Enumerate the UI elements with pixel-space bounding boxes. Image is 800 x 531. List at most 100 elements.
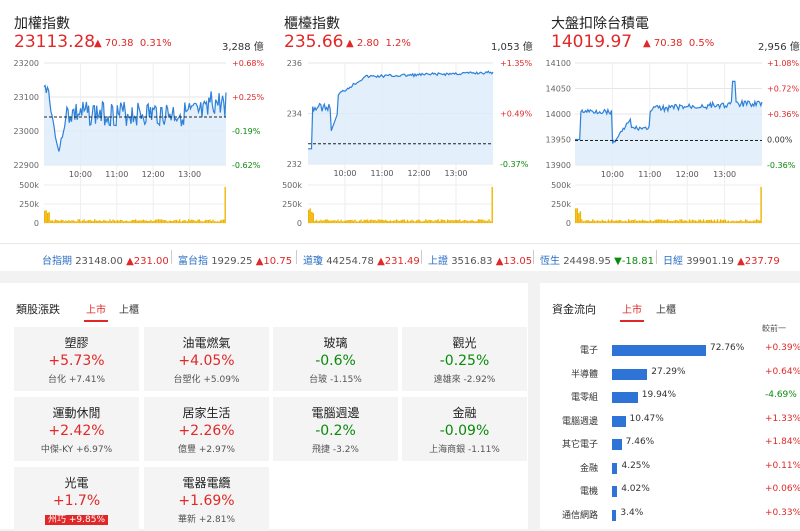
x-tick-label: 10:00 bbox=[333, 169, 356, 178]
volume-bar bbox=[457, 220, 459, 223]
tab-otc[interactable]: 上櫃 bbox=[119, 301, 139, 320]
ticker-item[interactable]: 日經 39901.19 ▲237.79 bbox=[656, 250, 780, 267]
index-card-otc[interactable]: 櫃檯指數 235.66 ▲ 2.80 1.2% 1,053 億 236 +1.35… bbox=[282, 10, 534, 235]
tab-listed[interactable]: 上市 bbox=[620, 301, 644, 322]
lead-stock[interactable]: 遠雄來 -2.92% bbox=[402, 372, 527, 385]
volume-bar bbox=[581, 219, 583, 223]
ticker-item[interactable]: 道瓊 44254.78 ▲231.49 bbox=[296, 250, 420, 267]
volume-bar bbox=[91, 220, 93, 223]
volume-bar bbox=[417, 219, 419, 223]
volume-bar bbox=[341, 221, 344, 223]
lead-stock[interactable]: 台化 +7.41% bbox=[14, 372, 139, 385]
lead-stock[interactable]: 上海商銀 -1.11% bbox=[402, 442, 527, 455]
tab-otc[interactable]: 上櫃 bbox=[656, 301, 676, 320]
volume-bar bbox=[674, 220, 677, 223]
pct-tick-label: +0.36% bbox=[767, 110, 800, 119]
volume-bar bbox=[200, 220, 202, 223]
volume-bar bbox=[188, 219, 190, 223]
volume-bar bbox=[185, 220, 187, 223]
sector-card[interactable]: 運動休閒 +2.42% 中傑-KY +6.97% bbox=[14, 397, 139, 461]
flow-label: 其它電子 bbox=[561, 440, 598, 450]
ticker-item[interactable]: 恆生 24498.95 ▼-18.81 bbox=[533, 250, 654, 267]
volume-bar bbox=[411, 219, 413, 223]
volume-bar bbox=[610, 219, 613, 223]
volume-bar bbox=[89, 219, 91, 223]
volume-bar bbox=[124, 221, 126, 223]
volume-bar bbox=[701, 221, 703, 223]
volume-bar bbox=[406, 219, 409, 223]
tab-listed[interactable]: 上市 bbox=[84, 301, 108, 322]
pct-tick-label: +0.72% bbox=[767, 85, 800, 94]
sector-card[interactable]: 電器電纜 +1.69% 華新 +2.81% bbox=[144, 467, 269, 531]
volume-bar bbox=[637, 220, 639, 223]
sector-card[interactable]: 塑膠 +5.73% 台化 +7.41% bbox=[14, 327, 139, 391]
fund-flow-row[interactable]: 電機 4.02% +0.06% bbox=[540, 482, 800, 502]
volume-bar bbox=[189, 220, 191, 223]
volume-bar bbox=[357, 221, 359, 223]
sector-card[interactable]: 居家生活 +2.26% 億豐 +2.97% bbox=[144, 397, 269, 461]
ticker-item[interactable]: 台指期 23148.00 ▲231.00 bbox=[42, 252, 169, 267]
volume-bar bbox=[318, 220, 321, 223]
volume-bar bbox=[116, 220, 119, 223]
fund-flow-row[interactable]: 電零組 19.94% -4.69% bbox=[540, 388, 800, 408]
volume-bar bbox=[182, 220, 184, 223]
lead-stock[interactable]: 中傑-KY +6.97% bbox=[14, 442, 139, 455]
sector-card[interactable]: 觀光 -0.25% 遠雄來 -2.92% bbox=[402, 327, 527, 391]
fund-flow-row[interactable]: 電腦週邊 10.47% +1.33% bbox=[540, 412, 800, 432]
volume-bar bbox=[741, 221, 744, 223]
flow-pct: 10.47% bbox=[629, 413, 664, 424]
volume-bar bbox=[69, 221, 72, 223]
volume-bar bbox=[165, 220, 167, 223]
ticker-item[interactable]: 富台指 1929.25 ▲10.75 bbox=[171, 250, 292, 267]
volume-bar bbox=[626, 221, 628, 223]
volume-bar bbox=[314, 221, 316, 223]
sector-change: -0.2% bbox=[315, 423, 356, 439]
lead-stock[interactable]: 飛捷 -3.2% bbox=[273, 442, 398, 455]
volume-bar bbox=[362, 221, 364, 223]
lead-stock[interactable]: 台塑化 +5.09% bbox=[144, 372, 269, 385]
volume-bar bbox=[726, 221, 728, 223]
volume-bar bbox=[716, 219, 719, 223]
sector-card[interactable]: 光電 +1.7% 州巧 +9.85% bbox=[14, 467, 139, 531]
sector-change: +1.69% bbox=[178, 493, 235, 509]
volume-bar bbox=[452, 220, 455, 223]
lead-stock[interactable]: 億豐 +2.97% bbox=[144, 442, 269, 455]
volume-bar bbox=[737, 221, 739, 223]
volume-bar bbox=[488, 219, 490, 223]
fund-flow-row[interactable]: 電子 72.76% +0.39% bbox=[540, 341, 800, 361]
index-card-ex-tsmc[interactable]: 大盤扣除台積電 14019.97 ▲ 70.38 0.5% 2,956 億 14… bbox=[546, 10, 800, 235]
lead-stock[interactable]: 華新 +2.81% bbox=[144, 512, 269, 525]
lead-stock[interactable]: 州巧 +9.85% bbox=[14, 512, 139, 525]
volume-bar bbox=[677, 221, 680, 223]
volume-bar bbox=[197, 219, 199, 223]
sector-card[interactable]: 玻璃 -0.6% 台玻 -1.15% bbox=[273, 327, 398, 391]
volume-bar bbox=[423, 220, 425, 223]
volume-bar bbox=[576, 208, 578, 223]
y-tick-label: 23000 bbox=[14, 127, 39, 136]
volume-bar bbox=[343, 220, 345, 223]
sector-card[interactable]: 電腦週邊 -0.2% 飛捷 -3.2% bbox=[273, 397, 398, 461]
volume-bar bbox=[687, 221, 689, 223]
sector-card[interactable]: 油電燃氣 +4.05% 台塑化 +5.09% bbox=[144, 327, 269, 391]
volume-bar bbox=[440, 219, 442, 223]
volume-bar bbox=[62, 220, 64, 223]
lead-stock[interactable]: 台玻 -1.15% bbox=[273, 372, 398, 385]
volume-bar bbox=[315, 219, 318, 223]
sector-name: 電器電纜 bbox=[182, 476, 231, 490]
fund-flow-row[interactable]: 通信網路 3.4% +0.33% bbox=[540, 506, 800, 526]
sector-change: -0.09% bbox=[439, 423, 490, 439]
flow-change: +0.39% bbox=[765, 343, 800, 353]
fund-flow-row[interactable]: 其它電子 7.46% +1.84% bbox=[540, 435, 800, 455]
volume-bar bbox=[332, 220, 335, 223]
sector-card[interactable]: 金融 -0.09% 上海商銀 -1.11% bbox=[402, 397, 527, 461]
fund-flow-row[interactable]: 金融 4.25% +0.11% bbox=[540, 459, 800, 479]
index-card-taiex[interactable]: 加權指數 23113.28 ▲ 70.38 0.31% 3,288 億 2320… bbox=[14, 10, 294, 235]
volume-bar bbox=[78, 219, 81, 223]
fund-flow-row[interactable]: 半導體 27.29% +0.64% bbox=[540, 365, 800, 385]
volume-bar bbox=[476, 221, 478, 223]
volume-bar bbox=[624, 220, 627, 223]
volume-bar bbox=[207, 220, 210, 223]
ticker-item[interactable]: 上證 3516.83 ▲13.05 bbox=[421, 250, 532, 267]
volume-bar bbox=[402, 219, 404, 223]
volume-bar bbox=[480, 219, 483, 223]
